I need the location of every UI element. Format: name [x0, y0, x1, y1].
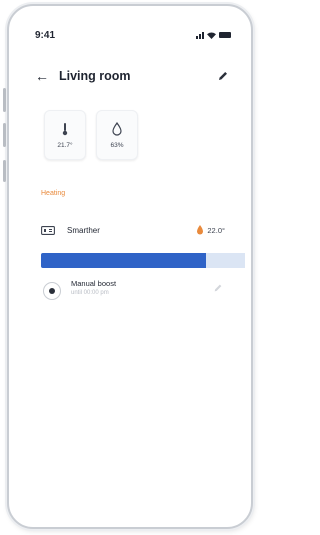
phone-side-button: [3, 160, 6, 182]
thermostat-device-icon: [41, 225, 55, 235]
thermostat-row[interactable]: Smarther 22.0°: [41, 222, 225, 238]
edit-pencil-icon[interactable]: [217, 70, 229, 82]
status-time: 9:41: [35, 29, 56, 41]
boost-subtitle: until 00:00 pm: [71, 290, 109, 296]
app-screen: 9:41 ← Living room 21.7° 63% Heating Sma…: [19, 14, 245, 519]
phone-frame: 9:41 ← Living room 21.7° 63% Heating Sma…: [7, 4, 253, 529]
top-app-bar: ← Living room: [35, 66, 229, 86]
back-arrow-icon[interactable]: ←: [35, 68, 49, 84]
status-bar: 9:41: [35, 28, 231, 42]
temperature-value: 21.7°: [57, 141, 73, 149]
battery-icon: [219, 32, 231, 38]
heating-level-bar[interactable]: [41, 253, 245, 268]
setpoint-temperature: 22.0°: [207, 225, 225, 235]
temperature-card: 21.7°: [44, 110, 86, 160]
flame-icon: [197, 225, 204, 235]
device-name: Smarther: [67, 225, 100, 235]
phone-side-button: [3, 88, 6, 112]
heating-level-fill: [41, 253, 206, 268]
page-title: Living room: [59, 69, 131, 83]
section-heading-heating: Heating: [41, 190, 66, 197]
thermometer-icon: [62, 122, 68, 135]
signal-icon: [196, 31, 204, 39]
phone-side-button: [3, 123, 6, 147]
boost-edit-pencil-icon[interactable]: [213, 283, 223, 293]
setpoint-group: 22.0°: [197, 225, 225, 235]
humidity-drop-icon: [112, 121, 122, 136]
boost-radio-button[interactable]: [43, 282, 61, 300]
boost-text: Manual boost until 00:00 pm: [71, 279, 116, 296]
boost-title: Manual boost: [71, 279, 117, 288]
humidity-value: 63%: [110, 141, 124, 149]
sensor-cards: 21.7° 63%: [44, 110, 138, 160]
wifi-icon: [207, 32, 216, 39]
status-icons: [196, 31, 231, 39]
humidity-card: 63%: [96, 110, 138, 160]
manual-boost-row[interactable]: Manual boost until 00:00 pm: [43, 279, 223, 305]
